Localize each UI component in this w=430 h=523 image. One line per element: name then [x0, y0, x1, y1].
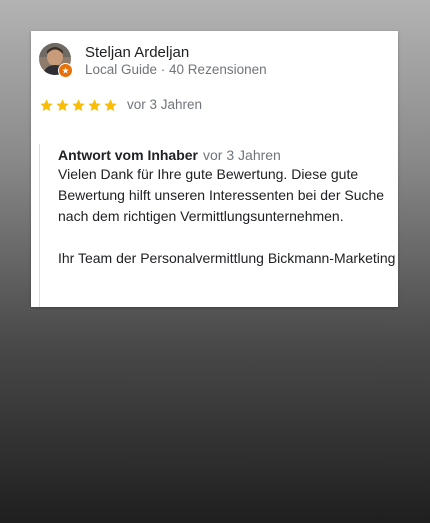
star-icon: [104, 98, 117, 111]
review-card: Steljan Ardeljan Local Guide · 40 Rezens…: [31, 31, 398, 307]
owner-reply: Antwort vom Inhaber vor 3 Jahren Vielen D…: [39, 144, 398, 307]
owner-reply-text: Vielen Dank für Ihre gute Bewertung. Die…: [58, 164, 398, 269]
rating-row: vor 3 Jahren: [39, 96, 202, 114]
reviewer-header: Steljan Ardeljan Local Guide · 40 Rezens…: [39, 43, 267, 83]
review-date: vor 3 Jahren: [127, 97, 203, 112]
owner-reply-title: Antwort vom Inhaber: [58, 147, 199, 163]
owner-reply-paragraph-1: Vielen Dank für Ihre gute Bewertung. Die…: [58, 166, 385, 224]
star-icon: [56, 98, 69, 111]
reviewer-avatar-container[interactable]: [39, 43, 73, 78]
star-icon: [40, 98, 53, 111]
star-icon: [88, 98, 101, 111]
owner-reply-date: vor 3 Jahren: [203, 147, 281, 163]
star-icon: [72, 98, 85, 111]
reviewer-name[interactable]: Steljan Ardeljan: [85, 44, 267, 62]
star-rating: [39, 98, 119, 113]
local-guide-badge-icon: [58, 63, 73, 78]
owner-reply-header: Antwort vom Inhaber vor 3 Jahren: [58, 146, 398, 164]
reviewer-meta: Local Guide · 40 Rezensionen: [85, 62, 267, 77]
owner-reply-paragraph-2: Ihr Team der Personalvermittlung Bickman…: [58, 250, 396, 266]
reviewer-info: Steljan Ardeljan Local Guide · 40 Rezens…: [85, 44, 267, 78]
